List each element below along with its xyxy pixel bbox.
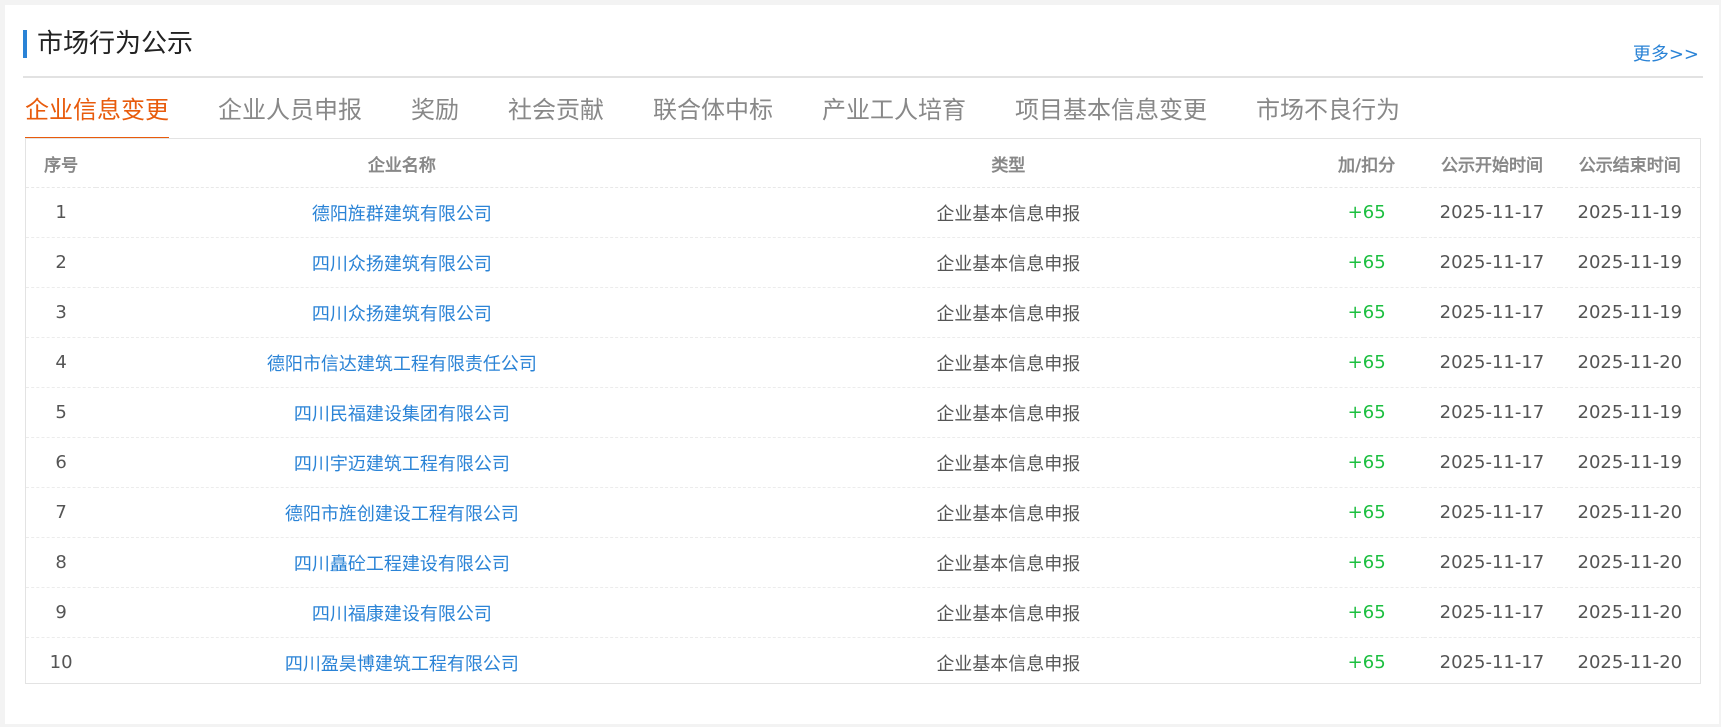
score-change: +65 <box>1309 537 1425 588</box>
end-date: 2025-11-19 <box>1559 287 1700 338</box>
company-name-link[interactable]: 四川福康建设有限公司 <box>96 587 708 638</box>
more-link[interactable]: 更多>> <box>1633 43 1699 67</box>
end-date: 2025-11-20 <box>1559 487 1700 538</box>
company-name-link[interactable]: 四川盈昊博建筑工程有限公司 <box>96 638 707 688</box>
tab-rewards[interactable]: 奖励 <box>411 93 459 137</box>
row-index: 7 <box>26 487 97 538</box>
start-date: 2025-11-17 <box>1424 437 1560 488</box>
company-name-link[interactable]: 四川民福建设集团有限公司 <box>96 387 708 438</box>
row-index: 3 <box>26 287 97 338</box>
category-tabs: 企业信息变更 企业人员申报 奖励 社会贡献 联合体中标 产业工人培育 项目基本信… <box>25 93 1449 139</box>
tab-consortium-bid[interactable]: 联合体中标 <box>653 93 773 137</box>
record-type: 企业基本信息申报 <box>936 653 1081 675</box>
row-index: 5 <box>26 387 97 438</box>
record-type: 企业基本信息申报 <box>707 187 1310 238</box>
table-row: 6 四川宇迈建筑工程有限公司 企业基本信息申报 +65 2025-11-17 2… <box>26 437 1700 488</box>
title-accent-bar <box>23 30 27 58</box>
score-change: +65 <box>1309 437 1425 488</box>
row-index: 6 <box>26 437 97 488</box>
start-date: 2025-11-17 <box>1424 387 1560 438</box>
table-row: 3 四川众扬建筑有限公司 企业基本信息申报 +65 2025-11-17 202… <box>26 287 1700 338</box>
row-index: 2 <box>26 237 97 288</box>
table-row: 7 德阳市旌创建设工程有限公司 企业基本信息申报 +65 2025-11-17 … <box>26 487 1700 538</box>
end-date: 2025-11-19 <box>1559 387 1700 438</box>
score-change: +65 <box>1309 587 1425 638</box>
column-header-index: 序号 <box>26 139 97 188</box>
tab-social-contribution[interactable]: 社会贡献 <box>508 93 604 137</box>
end-date: 2025-11-19 <box>1559 187 1700 238</box>
record-type: 企业基本信息申报 <box>707 387 1310 438</box>
end-date: 2025-11-20 <box>1559 587 1700 638</box>
tab-enterprise-personnel-report[interactable]: 企业人员申报 <box>218 93 362 137</box>
table-row: 9 四川福康建设有限公司 企业基本信息申报 +65 2025-11-17 202… <box>26 587 1700 638</box>
row-index: 1 <box>26 187 97 238</box>
row-index: 8 <box>26 537 97 588</box>
column-header-end-date: 公示结束时间 <box>1559 139 1700 188</box>
start-date: 2025-11-17 <box>1439 652 1545 673</box>
company-name-link[interactable]: 四川众扬建筑有限公司 <box>96 237 708 288</box>
company-name-link[interactable]: 四川宇迈建筑工程有限公司 <box>96 437 708 488</box>
table-row: 2 四川众扬建筑有限公司 企业基本信息申报 +65 2025-11-17 202… <box>26 237 1700 288</box>
row-index: 4 <box>26 337 97 388</box>
publicity-table: 序号 企业名称 类型 加/扣分 公示开始时间 公示结束时间 1 德阳旌群建筑有限… <box>25 138 1701 684</box>
panel-header: 市场行为公示 更多>> <box>23 23 1703 78</box>
column-header-start-date: 公示开始时间 <box>1424 139 1560 188</box>
market-behavior-panel: 市场行为公示 更多>> 企业信息变更 企业人员申报 奖励 社会贡献 联合体中标 … <box>5 5 1719 724</box>
column-header-company: 企业名称 <box>96 139 708 188</box>
record-type: 企业基本信息申报 <box>707 487 1310 538</box>
record-type: 企业基本信息申报 <box>707 337 1310 388</box>
start-date: 2025-11-17 <box>1424 287 1560 338</box>
tab-enterprise-info-change[interactable]: 企业信息变更 <box>25 93 169 139</box>
company-name-link[interactable]: 德阳市旌创建设工程有限公司 <box>96 487 708 538</box>
start-date: 2025-11-17 <box>1424 537 1560 588</box>
column-header-type: 类型 <box>707 139 1310 188</box>
start-date: 2025-11-17 <box>1424 187 1560 238</box>
row-index: 9 <box>26 587 97 638</box>
score-change: +65 <box>1309 187 1425 238</box>
end-date: 2025-11-20 <box>1559 537 1700 588</box>
table-row: 10 四川盈昊博建筑工程有限公司 企业基本信息申报 +65 2025-11-17… <box>26 638 1700 688</box>
score-change: +65 <box>1309 387 1425 438</box>
score-change: +65 <box>1309 487 1425 538</box>
row-index: 10 <box>49 652 73 673</box>
tab-project-info-change[interactable]: 项目基本信息变更 <box>1015 93 1207 137</box>
company-name-link[interactable]: 德阳旌群建筑有限公司 <box>96 187 708 238</box>
company-name-link[interactable]: 四川矗砼工程建设有限公司 <box>96 537 708 588</box>
company-name-link[interactable]: 德阳市信达建筑工程有限责任公司 <box>96 337 708 388</box>
record-type: 企业基本信息申报 <box>707 537 1310 588</box>
end-date: 2025-11-19 <box>1559 437 1700 488</box>
tab-market-misconduct[interactable]: 市场不良行为 <box>1256 93 1400 137</box>
company-name-link[interactable]: 四川众扬建筑有限公司 <box>96 287 708 338</box>
record-type: 企业基本信息申报 <box>707 287 1310 338</box>
start-date: 2025-11-17 <box>1424 487 1560 538</box>
start-date: 2025-11-17 <box>1424 587 1560 638</box>
panel-title: 市场行为公示 <box>37 29 194 59</box>
score-change: +65 <box>1309 237 1425 288</box>
table-header-row: 序号 企业名称 类型 加/扣分 公示开始时间 公示结束时间 <box>26 139 1700 188</box>
end-date: 2025-11-20 <box>1559 337 1700 388</box>
score-change: +65 <box>1309 287 1425 338</box>
start-date: 2025-11-17 <box>1424 237 1560 288</box>
score-change: +65 <box>1309 337 1425 388</box>
start-date: 2025-11-17 <box>1424 337 1560 388</box>
record-type: 企业基本信息申报 <box>707 437 1310 488</box>
end-date: 2025-11-19 <box>1559 237 1700 288</box>
column-header-score: 加/扣分 <box>1309 139 1425 188</box>
table-row: 5 四川民福建设集团有限公司 企业基本信息申报 +65 2025-11-17 2… <box>26 387 1700 438</box>
end-date: 2025-11-20 <box>1577 652 1683 673</box>
table-row: 1 德阳旌群建筑有限公司 企业基本信息申报 +65 2025-11-17 202… <box>26 187 1700 238</box>
table-row: 4 德阳市信达建筑工程有限责任公司 企业基本信息申报 +65 2025-11-1… <box>26 337 1700 388</box>
tab-industrial-worker-training[interactable]: 产业工人培育 <box>822 93 966 137</box>
record-type: 企业基本信息申报 <box>707 237 1310 288</box>
score-change: +65 <box>1347 652 1386 673</box>
table-row: 8 四川矗砼工程建设有限公司 企业基本信息申报 +65 2025-11-17 2… <box>26 537 1700 588</box>
record-type: 企业基本信息申报 <box>707 587 1310 638</box>
